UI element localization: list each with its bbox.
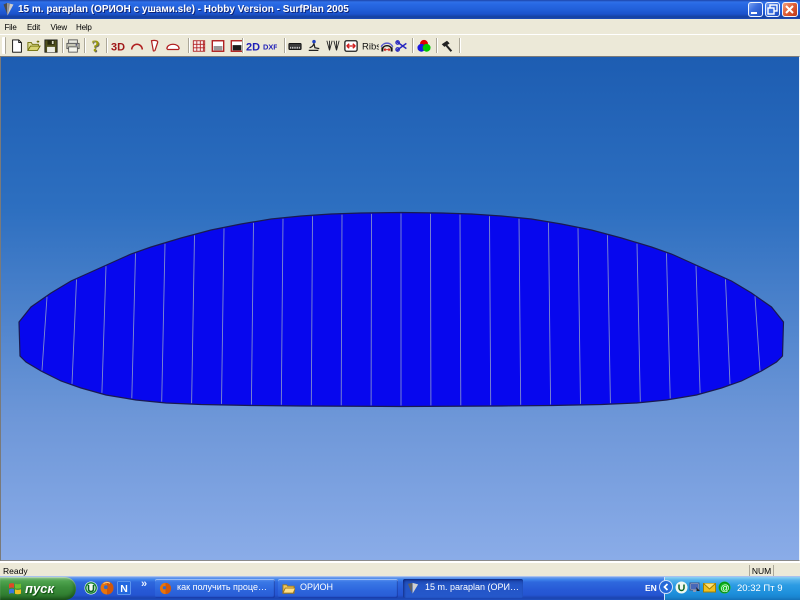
svg-text:Ribs: Ribs (362, 42, 379, 53)
svg-text:2D: 2D (246, 41, 260, 53)
svg-text:@: @ (721, 583, 730, 593)
svg-text:?: ? (91, 39, 99, 53)
svg-text:N: N (120, 583, 128, 595)
svg-text:DXF: DXF (263, 43, 277, 52)
svg-text:3D: 3D (111, 41, 125, 53)
